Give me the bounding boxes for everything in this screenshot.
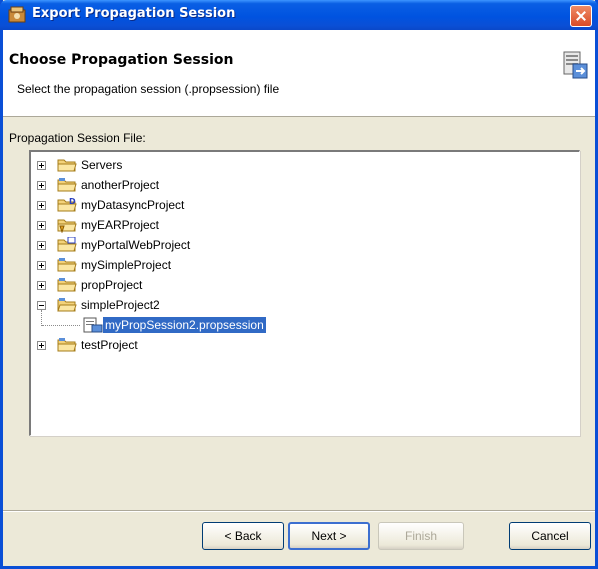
expand-toggle-icon[interactable]: [37, 261, 46, 270]
portal-web-project-icon: [57, 237, 77, 252]
export-propagation-session-dialog: Export Propagation Session Choose Propag…: [0, 0, 598, 569]
tree-item-label: mySimpleProject: [81, 258, 172, 272]
expand-toggle-icon[interactable]: [37, 241, 46, 250]
next-button[interactable]: Next >: [288, 522, 370, 550]
finish-button[interactable]: Finish: [378, 522, 464, 550]
expand-toggle-icon[interactable]: [37, 281, 46, 290]
expand-toggle-icon[interactable]: [37, 221, 46, 230]
tree-item-label: myEARProject: [81, 218, 160, 232]
expand-toggle-icon[interactable]: [37, 201, 46, 210]
svg-text:D: D: [69, 197, 76, 206]
tree-connector: [42, 325, 80, 327]
ear-project-icon: [57, 219, 77, 233]
project-tree[interactable]: Servers anotherProject D myDatasyncProje…: [29, 150, 580, 436]
tree-item-label: myDatasyncProject: [81, 198, 185, 212]
cancel-button[interactable]: Cancel: [509, 522, 591, 550]
wizard-banner: Choose Propagation Session Select the pr…: [3, 30, 595, 117]
title-bar[interactable]: Export Propagation Session: [0, 0, 598, 30]
expand-toggle-icon[interactable]: [37, 181, 46, 190]
page-description: Select the propagation session (.propses…: [17, 82, 280, 96]
project-folder-icon: [57, 258, 77, 272]
tree-item-label: simpleProject2: [81, 298, 160, 312]
page-title: Choose Propagation Session: [9, 52, 234, 68]
window-title: Export Propagation Session: [32, 6, 236, 21]
tree-item-label: propProject: [81, 278, 143, 292]
tree-item-label: testProject: [81, 338, 138, 352]
back-button[interactable]: < Back: [202, 522, 284, 550]
export-wizard-icon: [563, 51, 588, 79]
project-folder-icon: [57, 338, 77, 352]
tree-item-label: Servers: [81, 158, 123, 172]
propagation-session-file-label: Propagation Session File:: [9, 131, 146, 145]
folder-icon: [57, 159, 77, 172]
tree-item-label: myPropSession2.propsession: [103, 317, 266, 333]
close-button[interactable]: [570, 5, 592, 27]
expand-toggle-icon[interactable]: [37, 161, 46, 170]
datasync-project-icon: D: [57, 197, 77, 212]
expand-toggle-icon[interactable]: [37, 341, 46, 350]
project-folder-icon: [57, 178, 77, 192]
tree-item-label: anotherProject: [81, 178, 160, 192]
project-folder-icon: [57, 278, 77, 292]
tree-connector: [41, 310, 43, 326]
project-folder-open-icon: [57, 298, 77, 312]
propsession-file-icon: [83, 317, 103, 333]
button-bar-separator: [3, 510, 595, 512]
app-icon: [8, 6, 26, 23]
collapse-toggle-icon[interactable]: [37, 301, 46, 310]
tree-item-label: myPortalWebProject: [81, 238, 191, 252]
